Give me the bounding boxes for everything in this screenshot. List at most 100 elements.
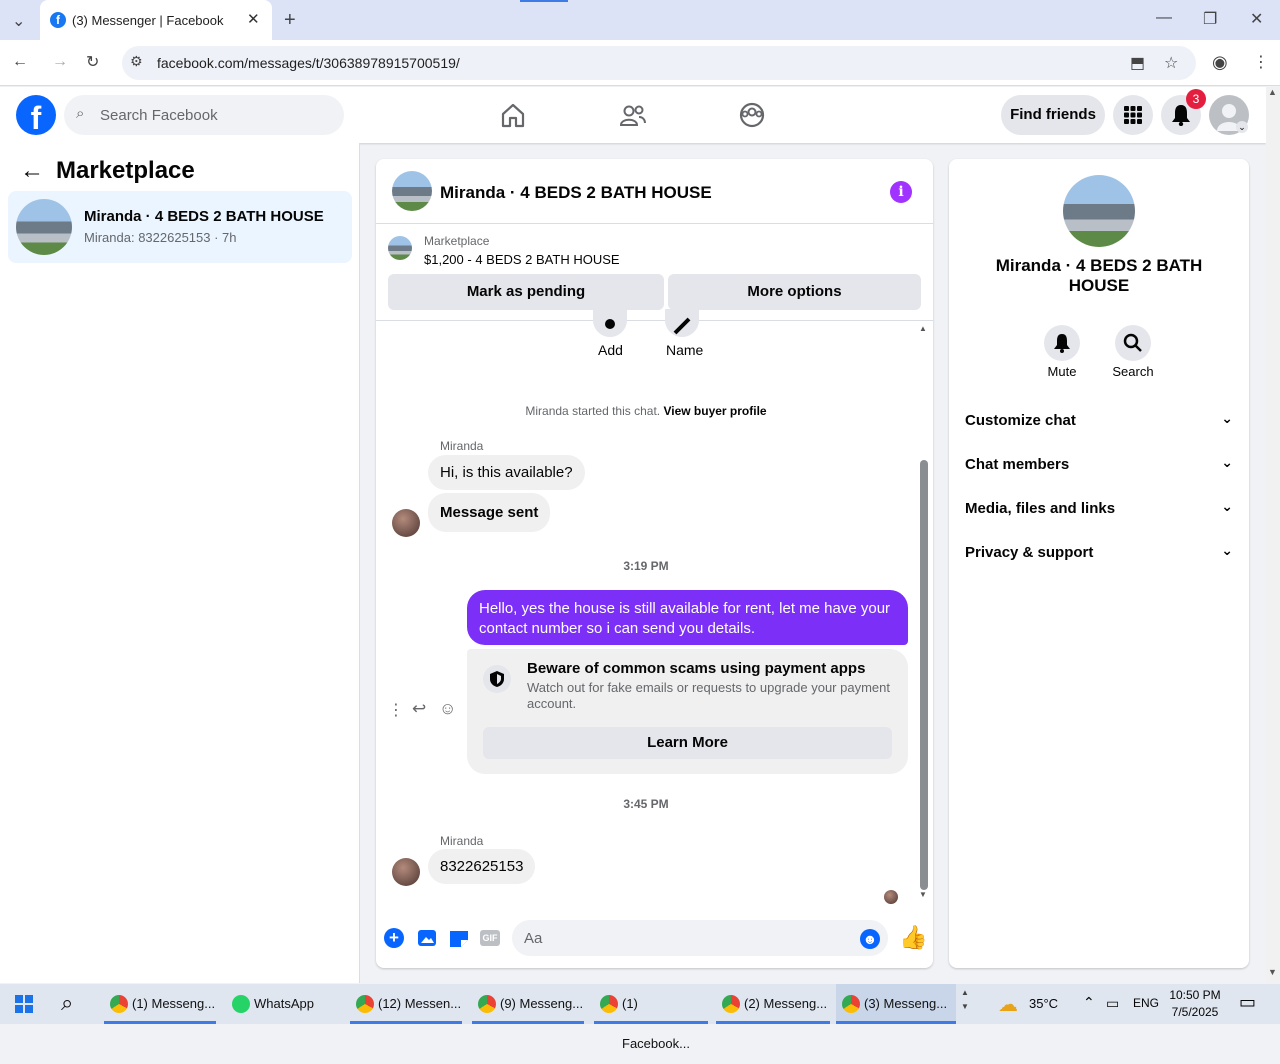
listing-title[interactable]: $1,200 - 4 BEDS 2 BATH HOUSE (424, 252, 620, 267)
reply-icon[interactable]: ↩ (412, 699, 426, 719)
outgoing-message[interactable]: Hello, yes the house is still available … (467, 590, 908, 645)
chat-avatar[interactable] (392, 171, 432, 211)
sticker-icon[interactable] (448, 928, 470, 948)
listing-thumbnail (16, 199, 72, 255)
more-actions-icon[interactable]: ⋮ (388, 700, 404, 720)
scam-warning-card: Beware of common scams using payment app… (467, 649, 908, 774)
info-icon[interactable]: i (890, 181, 912, 203)
restore-icon[interactable]: ❐ (1203, 9, 1217, 29)
minimize-icon[interactable]: — (1156, 9, 1172, 27)
chat-scroll-up-icon[interactable]: ▲ (919, 324, 927, 333)
composer-placeholder: Aa (524, 930, 543, 947)
privacy-support-label: Privacy & support (965, 544, 1094, 561)
page-scrollbar[interactable]: ▲ ▼ (1266, 87, 1280, 984)
sender-avatar[interactable] (392, 858, 420, 886)
sender-name: Miranda (440, 834, 484, 848)
privacy-support-item[interactable]: Privacy & support ⌄ (965, 542, 1233, 561)
menu-button[interactable] (1113, 95, 1153, 135)
input-language[interactable]: ENG (1133, 996, 1159, 1010)
taskbar-scroll-icon[interactable]: ▲ ▼ (961, 986, 969, 1014)
chat-scrollbar[interactable]: ▲ ▼ (918, 324, 930, 899)
groups-icon[interactable] (739, 102, 765, 128)
facebook-logo-icon[interactable]: f (16, 95, 56, 136)
bookmark-star-icon[interactable]: ☆ (1164, 53, 1178, 73)
close-tab-icon[interactable]: ✕ (247, 10, 260, 28)
more-options-button[interactable]: More options (668, 274, 921, 310)
profile-icon[interactable]: ◉ (1212, 52, 1228, 73)
chrome-icon (600, 995, 618, 1013)
taskbar-search-icon[interactable]: ⌕ (61, 990, 73, 1016)
back-arrow-icon[interactable]: ← (20, 157, 44, 185)
network-icon[interactable]: ▭ (1106, 995, 1119, 1012)
panel-avatar[interactable] (1063, 175, 1135, 247)
reload-icon[interactable]: ↻ (86, 52, 99, 72)
add-attachment-icon[interactable]: + (384, 928, 404, 948)
chat-scroll-thumb[interactable] (920, 460, 928, 890)
menu-kebab-icon[interactable]: ⋮ (1253, 52, 1269, 72)
chevron-down-icon: ⌄ (1221, 498, 1233, 514)
photo-icon[interactable] (416, 928, 438, 948)
add-person-icon[interactable] (593, 309, 627, 337)
clock-date[interactable]: 7/5/2025 (1164, 1005, 1226, 1019)
incoming-message[interactable]: Hi, is this available? (428, 455, 585, 490)
sender-name: Miranda (440, 439, 484, 453)
forward-icon[interactable]: → (52, 53, 68, 71)
learn-more-button[interactable]: Learn More (483, 727, 892, 759)
chrome-icon (478, 995, 496, 1013)
like-thumb-icon[interactable]: 👍 (899, 924, 928, 951)
clock-time[interactable]: 10:50 PM (1164, 988, 1226, 1002)
search-facebook-input[interactable]: ⌕ Search Facebook (64, 95, 344, 135)
temperature[interactable]: 35°C (1029, 996, 1058, 1011)
back-icon[interactable]: ← (12, 53, 28, 71)
close-window-icon[interactable]: ✕ (1250, 9, 1263, 29)
tray-expand-icon[interactable]: ⌃ (1083, 994, 1095, 1011)
find-friends-button[interactable]: Find friends (1001, 95, 1105, 135)
listing-small-thumbnail[interactable] (388, 236, 412, 260)
chrome-icon (842, 995, 860, 1013)
message-composer-input[interactable]: Aa ☻ (512, 920, 888, 956)
gif-icon[interactable]: GIF (480, 930, 500, 946)
notification-center-icon[interactable]: ▭ (1239, 992, 1256, 1013)
taskbar-app[interactable]: (12) Messen... (350, 984, 462, 1024)
search-chat-button[interactable] (1115, 325, 1151, 361)
scroll-up-icon[interactable]: ▲ (1268, 87, 1277, 97)
url-text[interactable]: facebook.com/messages/t/3063897891570051… (157, 55, 460, 71)
search-icon: ⌕ (76, 105, 85, 122)
pencil-icon[interactable] (665, 309, 699, 337)
incoming-message[interactable]: Message sent (428, 493, 551, 532)
new-tab-icon[interactable]: + (284, 9, 296, 32)
sender-avatar[interactable] (392, 509, 420, 537)
omnibox[interactable]: ⚙ facebook.com/messages/t/30638978915700… (122, 46, 1196, 80)
chevron-down-icon: ⌄ (1221, 454, 1233, 470)
incoming-message[interactable]: 8322625153 (428, 849, 536, 884)
chat-members-item[interactable]: Chat members ⌄ (965, 454, 1233, 473)
install-app-icon[interactable]: ⬒ (1130, 53, 1145, 73)
taskbar-app[interactable]: WhatsApp (226, 984, 338, 1024)
react-icon[interactable]: ☺ (439, 699, 456, 719)
conversation-list-item[interactable]: Miranda · 4 BEDS 2 BATH HOUSE Miranda: 8… (8, 191, 352, 263)
account-chevron-icon[interactable]: ⌄ (1236, 121, 1248, 133)
mark-as-pending-button[interactable]: Mark as pending (388, 274, 664, 310)
chat-scroll-down-icon[interactable]: ▼ (919, 890, 927, 899)
taskbar-app[interactable]: (1) Messeng... (104, 984, 216, 1024)
scroll-down-icon[interactable]: ▼ (1268, 967, 1277, 977)
chat-title[interactable]: Miranda · 4 BEDS 2 BATH HOUSE (440, 183, 712, 203)
windows-start-icon[interactable] (15, 995, 33, 1013)
view-buyer-profile-link[interactable]: View buyer profile (663, 404, 766, 418)
site-info-icon[interactable]: ⚙ (130, 53, 143, 70)
taskbar-app[interactable]: (2) Messeng... (716, 984, 830, 1024)
taskbar-app[interactable]: (1) Facebook... (594, 984, 708, 1051)
taskbar-app-active[interactable]: (3) Messeng... (836, 984, 956, 1024)
customize-chat-item[interactable]: Customize chat ⌄ (965, 410, 1233, 429)
seen-avatar (884, 890, 898, 904)
emoji-icon[interactable]: ☻ (860, 929, 880, 949)
home-icon[interactable] (500, 102, 526, 128)
taskbar-app[interactable]: (9) Messeng... (472, 984, 584, 1024)
mute-button[interactable] (1044, 325, 1080, 361)
weather-icon[interactable]: ☁ (998, 992, 1018, 1017)
friends-icon[interactable] (620, 102, 646, 128)
name-label: Name (666, 342, 704, 358)
tab-search-icon[interactable]: ⌄ (12, 11, 25, 31)
media-files-links-item[interactable]: Media, files and links ⌄ (965, 498, 1233, 517)
browser-tab[interactable]: f (3) Messenger | Facebook ✕ (40, 0, 272, 40)
